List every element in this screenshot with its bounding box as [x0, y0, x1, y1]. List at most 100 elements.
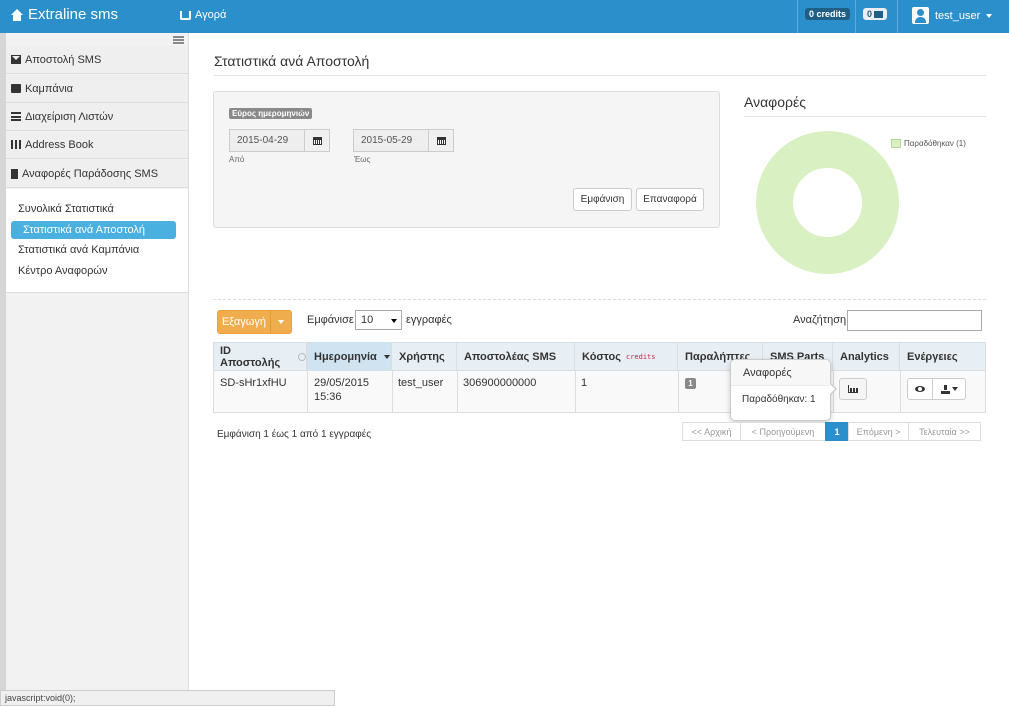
column-header-user[interactable]: Χρήστης	[392, 342, 457, 371]
user-icon	[912, 7, 929, 24]
cell-user: test_user	[398, 377, 444, 389]
pagination-page-1[interactable]: 1	[825, 422, 849, 441]
caret-down-icon	[391, 319, 397, 323]
from-date-caption: Από	[229, 155, 245, 164]
to-date-field[interactable]: 2015-05-29	[353, 129, 454, 152]
top-navbar: Extraline sms Αγορά 0 credits 0 test_use…	[0, 0, 1009, 33]
column-header-date[interactable]: Ημερομηνία	[307, 342, 392, 371]
divider	[744, 116, 986, 117]
export-button[interactable]: Εξαγωγή	[217, 310, 292, 334]
page-length-value: 10	[361, 314, 374, 326]
pagination-first[interactable]: << Αρχική	[682, 422, 741, 441]
date-range-label: Εύρος ημερομηνιών	[229, 108, 313, 119]
messages-count: 0	[867, 9, 873, 19]
home-icon	[11, 8, 23, 21]
cell-divider	[678, 371, 679, 412]
popover-title: Αναφορές	[731, 360, 830, 386]
envelope-icon	[11, 55, 21, 64]
divider	[214, 75, 986, 76]
bar-chart-icon	[848, 385, 858, 393]
sidebar-item-send-sms[interactable]: Αποστολή SMS	[6, 46, 188, 74]
legend-label: Παραδόθηκαν (1)	[904, 139, 966, 148]
from-date-picker-button[interactable]	[304, 130, 329, 151]
pagination-previous[interactable]: < Προηγούμενη	[740, 422, 826, 441]
sidebar-item-label: Καμπάνια	[25, 82, 73, 95]
popover-body: Παραδόθηκαν: 1	[742, 394, 816, 405]
sort-desc-icon	[383, 354, 390, 359]
sidebar-item-delivery-reports[interactable]: Αναφορές Παράδοσης SMS	[6, 160, 188, 188]
caret-down-icon	[986, 13, 993, 18]
nav-divider	[797, 0, 798, 33]
sidebar-item-campaign[interactable]: Καμπάνια	[6, 75, 188, 103]
cell-id: SD-sHr1xfHU	[220, 377, 287, 389]
legend-swatch	[891, 139, 901, 148]
to-date-value[interactable]: 2015-05-29	[354, 130, 428, 151]
column-header-actions[interactable]: Ενέργειες	[900, 342, 986, 371]
divider	[213, 299, 986, 300]
cell-divider	[575, 371, 576, 412]
reports-popover: Αναφορές Παραδόθηκαν: 1	[730, 359, 831, 421]
submenu-total-stats[interactable]: Συνολικά Στατιστικά	[18, 203, 114, 215]
cell-divider	[900, 371, 901, 412]
column-header-sender[interactable]: Αποστολέας SMS	[457, 342, 575, 371]
download-icon	[940, 384, 950, 394]
folder-icon	[11, 84, 21, 93]
file-icon	[11, 168, 18, 179]
show-button[interactable]: Εμφάνιση	[573, 188, 632, 211]
caret-down-icon	[951, 387, 958, 391]
search-input[interactable]	[847, 310, 982, 331]
brand-link[interactable]: Extraline sms	[11, 6, 118, 23]
export-label: Εξαγωγή	[221, 316, 267, 328]
analytics-button[interactable]	[839, 378, 867, 400]
user-name: test_user	[935, 9, 981, 22]
sort-icon	[298, 352, 306, 361]
brand-label: Extraline sms	[28, 6, 119, 23]
sidebar-collapse-icon[interactable]	[173, 36, 184, 44]
column-header-cost[interactable]: Κόστος credits	[575, 342, 678, 371]
search-label: Αναζήτηση	[793, 314, 847, 326]
submenu-report-center[interactable]: Κέντρο Αναφορών	[18, 265, 108, 277]
reset-button[interactable]: Επαναφορά	[636, 188, 704, 211]
pagination-next[interactable]: Επόμενη >	[848, 422, 909, 441]
shop-label: Αγορά	[195, 9, 227, 21]
sidebar-item-address-book[interactable]: Address Book	[6, 131, 188, 159]
cell-divider	[392, 371, 393, 412]
download-dropdown-button[interactable]	[932, 379, 965, 399]
shop-link[interactable]: Αγορά	[180, 9, 226, 21]
cost-unit: credits	[625, 352, 656, 361]
grid-icon	[11, 140, 21, 149]
sidebar-item-label: Αναφορές Παράδοσης SMS	[22, 167, 159, 180]
sidebar-item-lists[interactable]: Διαχείριση Λιστών	[6, 103, 188, 131]
messages-badge[interactable]: 0	[863, 8, 888, 20]
donut-slice-delivered[interactable]	[756, 131, 899, 274]
page-length-select[interactable]: 10	[355, 310, 402, 330]
from-date-value[interactable]: 2015-04-29	[230, 130, 304, 151]
row-actions	[907, 378, 966, 400]
caret-down-icon	[278, 320, 284, 324]
sidebar-item-label: Address Book	[25, 138, 94, 151]
pagination-last[interactable]: Τελευταία >>	[908, 422, 981, 441]
submenu-stats-per-send[interactable]: Στατιστικά ανά Αποστολή	[11, 221, 176, 239]
credits-badge[interactable]: 0 credits	[805, 8, 851, 20]
submenu-stats-per-campaign[interactable]: Στατιστικά ανά Καμπάνια	[18, 244, 139, 256]
mail-icon	[874, 10, 884, 18]
to-date-caption: Έως	[354, 155, 371, 164]
to-date-picker-button[interactable]	[428, 130, 453, 151]
user-menu[interactable]: test_user	[912, 7, 993, 24]
export-dropdown-toggle[interactable]	[270, 311, 291, 333]
cell-date: 29/05/2015 15:36	[314, 377, 369, 403]
reports-title: Αναφορές	[744, 94, 806, 110]
column-header-analytics[interactable]: Analytics	[833, 342, 900, 371]
list-icon	[11, 112, 21, 121]
chart-legend: Παραδόθηκαν (1)	[891, 139, 966, 148]
browser-status-bar: javascript:void(0);	[0, 690, 335, 706]
view-button[interactable]	[908, 379, 932, 399]
column-header-id[interactable]: ID Αποστολής	[213, 342, 307, 371]
length-prefix: Εμφάνισε	[307, 314, 354, 326]
from-date-field[interactable]: 2015-04-29	[229, 129, 330, 152]
table-info: Εμφάνιση 1 έως 1 από 1 εγγραφές	[217, 429, 372, 440]
cart-icon	[180, 10, 191, 20]
cell-cost: 1	[581, 377, 588, 389]
calendar-icon	[312, 136, 322, 145]
cell-divider	[307, 371, 308, 412]
